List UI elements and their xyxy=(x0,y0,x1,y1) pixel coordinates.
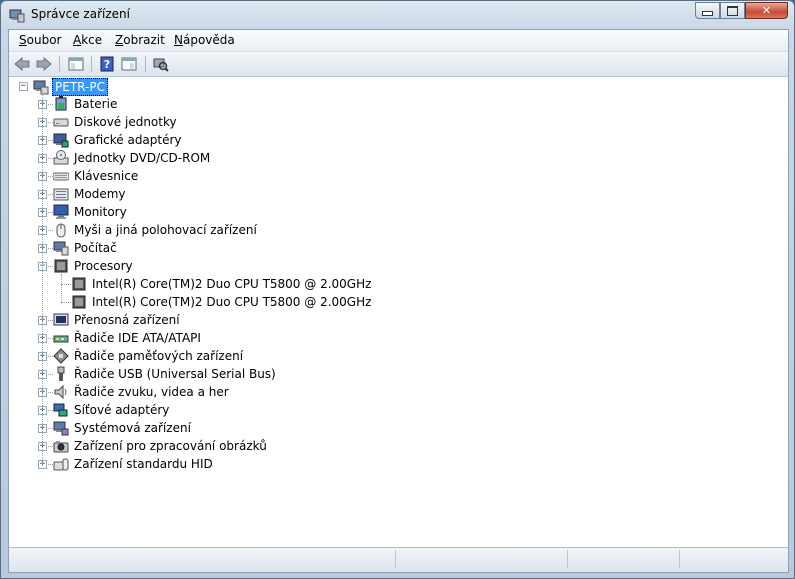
help-button[interactable]: ? xyxy=(97,55,117,73)
category-label[interactable]: Řadiče IDE ATA/ATAPI xyxy=(72,330,203,346)
forward-button[interactable] xyxy=(34,55,54,73)
category-label[interactable]: Zařízení pro zpracování obrázků xyxy=(72,438,269,454)
show-hide-console-tree-button[interactable] xyxy=(66,55,86,73)
window-title: Správce zařízení xyxy=(31,7,130,21)
toolbar-separator xyxy=(145,56,146,72)
tree-line xyxy=(61,302,71,303)
category-label[interactable]: Monitory xyxy=(72,204,129,220)
category-label[interactable]: Myši a jiná polohovací zařízení xyxy=(72,222,259,238)
tree-line xyxy=(61,284,71,285)
keyboard-icon xyxy=(53,172,69,181)
category-label[interactable]: Diskové jednotky xyxy=(72,114,179,130)
device-manager-window: Správce zařízení ✕ Soubor Akce Zobrazit … xyxy=(0,0,795,579)
processor-icon xyxy=(72,295,86,309)
processor-icon xyxy=(72,277,86,291)
client-area: Soubor Akce Zobrazit Nápověda ? − PETR-P… xyxy=(8,29,789,573)
properties-icon xyxy=(121,57,137,71)
root-node-label[interactable]: PETR-PC xyxy=(52,78,108,96)
category-label[interactable]: Grafické adaptéry xyxy=(72,132,184,148)
forward-icon xyxy=(36,56,52,72)
title-bar[interactable]: Správce zařízení ✕ xyxy=(1,1,794,29)
category-label[interactable]: Modemy xyxy=(72,186,128,202)
status-pane xyxy=(395,550,566,568)
menu-soubor-accesskey: S xyxy=(19,33,27,47)
category-label[interactable]: Počítač xyxy=(72,240,119,256)
menu-napoveda[interactable]: Nápověda xyxy=(174,33,235,47)
back-icon xyxy=(14,56,30,72)
menu-akce-accesskey: A xyxy=(73,33,82,47)
status-pane xyxy=(679,550,780,568)
disk-drive-icon xyxy=(53,118,69,127)
minimize-button[interactable] xyxy=(695,2,720,19)
menu-soubor[interactable]: Soubor xyxy=(19,33,61,47)
category-label[interactable]: Řadiče USB (Universal Serial Bus) xyxy=(72,366,278,382)
scan-hardware-icon xyxy=(153,58,169,72)
battery-icon xyxy=(55,96,67,111)
tree-line xyxy=(42,91,43,464)
category-label[interactable]: Procesory xyxy=(72,258,135,274)
close-icon: ✕ xyxy=(761,4,772,17)
category-label[interactable]: Řadiče paměťových zařízení xyxy=(72,348,245,364)
root-expander[interactable]: − xyxy=(19,82,28,91)
category-label[interactable]: Systémová zařízení xyxy=(72,420,193,436)
menu-napoveda-rest: ápověda xyxy=(182,33,235,47)
category-label[interactable]: Jednotky DVD/CD-ROM xyxy=(72,150,212,166)
device-manager-icon xyxy=(9,9,25,23)
category-label[interactable]: Síťové adaptéry xyxy=(72,402,171,418)
scan-hardware-button[interactable] xyxy=(151,55,171,73)
menu-zobrazit-rest: obrazit xyxy=(123,33,165,47)
category-label[interactable]: Přenosná zařízení xyxy=(72,312,182,328)
ide-controller-icon xyxy=(53,335,69,343)
properties-button[interactable] xyxy=(119,55,139,73)
system-device-icon xyxy=(53,421,69,436)
toolbar-separator xyxy=(59,56,60,72)
imaging-device-icon xyxy=(53,441,69,453)
toolbar: ? xyxy=(9,52,788,77)
category-label[interactable]: Baterie xyxy=(72,96,119,112)
network-adapter-icon xyxy=(53,403,68,417)
svg-text:?: ? xyxy=(104,58,110,71)
minimize-icon xyxy=(702,11,713,16)
usb-icon xyxy=(57,366,65,381)
sound-icon xyxy=(54,384,67,400)
storage-controller-icon xyxy=(53,348,69,364)
dvd-drive-icon xyxy=(53,150,69,165)
category-label[interactable]: Řadiče zvuku, videa a her xyxy=(72,384,231,400)
maximize-button[interactable] xyxy=(720,2,745,19)
category-label[interactable]: Klávesnice xyxy=(72,168,140,184)
tree-line xyxy=(61,274,62,302)
hid-icon xyxy=(53,458,69,471)
device-label[interactable]: Intel(R) Core(TM)2 Duo CPU T5800 @ 2.00G… xyxy=(90,294,373,310)
caption-buttons: ✕ xyxy=(695,2,788,20)
status-pane xyxy=(567,550,678,568)
processor-icon xyxy=(54,259,68,273)
close-button[interactable]: ✕ xyxy=(745,2,788,19)
status-bar xyxy=(9,547,788,572)
device-tree[interactable]: − PETR-PC + Baterie + Diskové jednotky + Graf… xyxy=(9,77,788,547)
category-label[interactable]: Zařízení standardu HID xyxy=(72,456,215,472)
menu-akce-rest: kce xyxy=(81,33,103,47)
monitor-icon xyxy=(53,204,69,219)
device-label[interactable]: Intel(R) Core(TM)2 Duo CPU T5800 @ 2.00G… xyxy=(90,276,373,292)
menu-zobrazit[interactable]: Zobrazit xyxy=(115,33,165,47)
back-button[interactable] xyxy=(12,55,32,73)
menu-soubor-rest: oubor xyxy=(26,33,62,47)
portable-device-icon xyxy=(53,313,69,326)
computer-root-icon xyxy=(33,80,49,95)
help-icon: ? xyxy=(100,56,114,72)
menu-bar: Soubor Akce Zobrazit Nápověda xyxy=(9,30,788,52)
toolbar-separator xyxy=(91,56,92,72)
mouse-icon xyxy=(56,223,66,238)
menu-akce[interactable]: Akce xyxy=(73,33,102,47)
menu-napoveda-accesskey: N xyxy=(174,33,183,47)
menu-zobrazit-accesskey: Z xyxy=(115,33,124,47)
console-tree-icon xyxy=(68,57,84,71)
computer-icon xyxy=(53,241,69,256)
display-adapter-icon xyxy=(53,133,69,148)
modem-icon xyxy=(53,188,69,201)
maximize-icon xyxy=(727,5,738,16)
